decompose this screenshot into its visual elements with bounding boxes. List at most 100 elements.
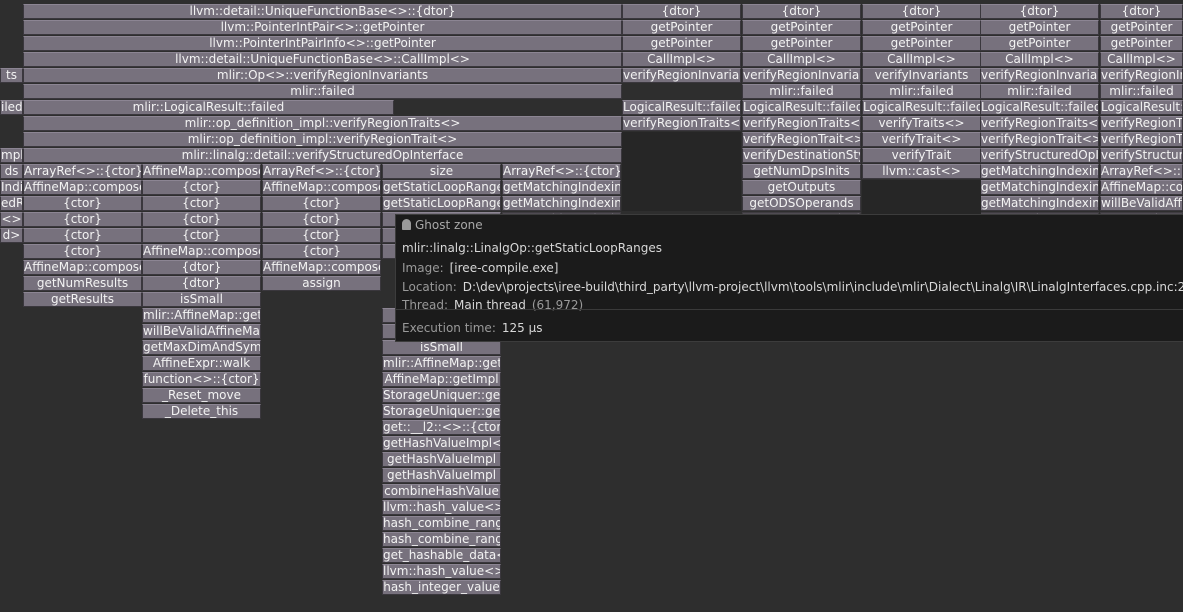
flame-zone[interactable]: CallImpl<> <box>980 52 1099 67</box>
flame-zone[interactable]: {ctor} <box>142 196 261 211</box>
flame-zone[interactable]: mlir::AffineMap::get <box>382 356 501 371</box>
flame-zone[interactable]: mlir::LogicalResult::failed <box>23 100 394 115</box>
flame-zone[interactable]: verifyRegionTrait <box>1100 132 1183 147</box>
flame-zone[interactable]: ArrayRef<>::{ctor} <box>502 164 621 179</box>
flame-zone[interactable]: verifyRegionInvarian <box>742 68 861 83</box>
flame-zone[interactable]: mlir::failed <box>1100 84 1183 99</box>
flame-zone[interactable]: verifyStructuredOpInt <box>1100 148 1183 163</box>
flame-zone[interactable]: mlir::failed <box>742 84 861 99</box>
flame-zone[interactable]: mlir::AffineMap::get <box>142 308 261 323</box>
flame-zone[interactable]: getMatchingIndexing <box>502 180 621 195</box>
flame-zone[interactable]: AffineMap::compose <box>262 180 381 195</box>
flame-zone[interactable]: getPointer <box>862 20 981 35</box>
flame-zone[interactable]: {ctor} <box>23 244 142 259</box>
flame-zone[interactable]: llvm::hash_value<> <box>382 500 501 515</box>
flame-zone[interactable]: verifyRegionTrait<> <box>980 132 1099 147</box>
flame-zone[interactable]: function<>::{ctor} <box>142 372 261 387</box>
flame-zone[interactable]: {ctor} <box>23 228 142 243</box>
flame-zone[interactable]: d> <box>0 228 23 243</box>
flame-zone[interactable]: getMatchingIndexing <box>502 196 621 211</box>
flame-zone[interactable]: llvm::cast<> <box>862 164 981 179</box>
flame-zone[interactable]: LogicalResult::failed <box>980 100 1099 115</box>
flame-zone[interactable]: getPointer <box>622 20 741 35</box>
flame-zone[interactable]: AffineMap::compose <box>23 260 142 275</box>
flame-zone[interactable]: getPointer <box>862 36 981 51</box>
flame-zone[interactable]: hash_combine_range <box>382 532 501 547</box>
flame-zone[interactable]: mlir::op_definition_impl::verifyRegionTr… <box>23 116 622 131</box>
flame-zone[interactable]: LogicalResult::failed <box>1100 100 1183 115</box>
flame-zone[interactable]: getMaxDimAndSymbol <box>142 340 261 355</box>
flame-zone[interactable]: llvm::detail::UniqueFunctionBase<>::{dto… <box>23 4 622 19</box>
flame-zone[interactable]: mlir::failed <box>23 84 622 99</box>
flame-zone[interactable]: getPointer <box>1100 36 1183 51</box>
flame-zone[interactable]: AffineMap::compose <box>23 180 142 195</box>
flame-zone[interactable]: willBeValidAffineMap <box>142 324 261 339</box>
flame-zone[interactable]: AffineMap::compose <box>142 244 261 259</box>
flame-zone[interactable]: getMatchingIndexing <box>980 180 1099 195</box>
flame-zone[interactable]: getHashValueImpl<> <box>382 436 501 451</box>
flame-zone[interactable]: get::__l2::<>::{ctor} <box>382 420 501 435</box>
flame-zone[interactable]: getMatchingIndexing <box>980 164 1099 179</box>
flame-zone[interactable]: ds <box>0 164 23 179</box>
flame-zone[interactable]: isSmall <box>382 340 501 355</box>
flame-zone[interactable]: AffineMap::getImpl <box>382 372 501 387</box>
flame-zone[interactable]: llvm::PointerIntPair<>::getPointer <box>23 20 622 35</box>
flame-zone[interactable]: getNumResults <box>23 276 142 291</box>
flame-zone[interactable]: LogicalResult::failed <box>622 100 741 115</box>
flame-zone[interactable]: {ctor} <box>142 180 261 195</box>
flame-zone[interactable]: verifyRegionTraits<> <box>622 116 741 131</box>
flame-zone[interactable]: mlir::op_definition_impl::verifyRegionTr… <box>23 132 622 147</box>
flame-zone[interactable]: mpl <box>0 148 23 163</box>
flame-zone[interactable] <box>622 132 741 211</box>
flame-zone[interactable]: verifyRegionTraits<> <box>742 116 861 131</box>
flame-zone[interactable]: get_hashable_data<> <box>382 548 501 563</box>
flame-zone[interactable]: mlir::Op<>::verifyRegionInvariants <box>23 68 622 83</box>
flame-zone[interactable]: getODSOperands <box>742 196 861 211</box>
flame-zone[interactable]: getOutputs <box>742 180 861 195</box>
flame-zone[interactable]: isSmall <box>142 292 261 307</box>
flame-zone[interactable]: verifyRegionInvariants <box>1100 68 1183 83</box>
flame-zone[interactable]: StorageUniquer::get <box>382 404 501 419</box>
flame-zone[interactable]: AffineMap::compose <box>142 164 261 179</box>
flame-zone[interactable]: Indi <box>0 180 23 195</box>
flame-zone[interactable]: llvm::detail::UniqueFunctionBase<>::Call… <box>23 52 622 67</box>
flame-zone[interactable]: ArrayRef<>::{ctor} <box>262 164 381 179</box>
flame-zone[interactable]: CallImpl<> <box>622 52 741 67</box>
flame-zone[interactable]: edRa <box>0 196 23 211</box>
flame-zone[interactable]: {dtor} <box>980 4 1099 19</box>
flame-zone[interactable]: llvm::PointerIntPairInfo<>::getPointer <box>23 36 622 51</box>
flame-zone[interactable]: getNumDpsInits <box>742 164 861 179</box>
flame-zone[interactable]: verifyRegionTrait<> <box>742 132 861 147</box>
flame-zone[interactable]: iled <box>0 100 23 115</box>
flame-zone[interactable]: {dtor} <box>142 276 261 291</box>
flame-zone[interactable]: getPointer <box>1100 20 1183 35</box>
flame-zone[interactable]: CallImpl<> <box>862 52 981 67</box>
flame-zone[interactable]: {dtor} <box>862 4 981 19</box>
flame-zone[interactable]: {dtor} <box>142 260 261 275</box>
flame-zone[interactable]: verifyStructuredOpInte <box>980 148 1099 163</box>
flame-zone[interactable]: verifyRegionTraits <box>1100 116 1183 131</box>
flame-zone[interactable]: verifyTrait<> <box>862 132 981 147</box>
flame-zone[interactable]: verifyRegionInvarian <box>980 68 1099 83</box>
flame-zone[interactable]: ts <box>0 68 23 83</box>
flame-zone[interactable]: {ctor} <box>23 212 142 227</box>
flame-zone[interactable]: verifyDestinationStyle <box>742 148 861 163</box>
flame-zone[interactable]: verifyRegionInvarian <box>622 68 741 83</box>
flame-zone[interactable]: getPointer <box>622 36 741 51</box>
flame-zone[interactable]: {ctor} <box>262 244 381 259</box>
flame-zone[interactable]: StorageUniquer::get <box>382 388 501 403</box>
flame-zone[interactable]: verifyTraits<> <box>862 116 981 131</box>
flame-zone[interactable]: AffineExpr::walk <box>142 356 261 371</box>
flame-zone[interactable]: assign <box>262 276 381 291</box>
flame-zone[interactable]: llvm::hash_value<> <box>382 564 501 579</box>
flame-zone[interactable]: getHashValueImpl <box>382 452 501 467</box>
flame-zone[interactable]: {ctor} <box>142 212 261 227</box>
flame-zone[interactable]: mlir::failed <box>980 84 1099 99</box>
flame-zone[interactable]: getMatchingIndexing <box>980 196 1099 211</box>
flame-zone[interactable]: getPointer <box>742 36 861 51</box>
flame-zone[interactable]: willBeValidAffine <box>1100 196 1183 211</box>
flame-zone[interactable]: {ctor} <box>262 228 381 243</box>
flame-zone[interactable]: getResults <box>23 292 142 307</box>
flame-zone[interactable]: LogicalResult::failed <box>862 100 981 115</box>
flame-zone[interactable]: {ctor} <box>23 196 142 211</box>
